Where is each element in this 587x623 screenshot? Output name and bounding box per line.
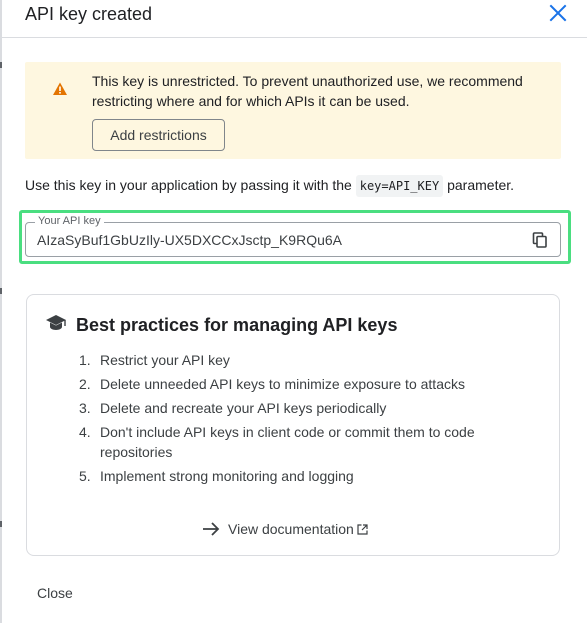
external-link-icon [357, 523, 368, 535]
list-item-text: Delete unneeded API keys to minimize exp… [100, 376, 465, 392]
view-documentation-link[interactable]: View documentation [202, 519, 368, 539]
list-item-text: Delete and recreate your API keys period… [100, 400, 387, 416]
unrestricted-warning-banner: This key is unrestricted. To prevent una… [25, 62, 561, 159]
list-item: 5. Implement strong monitoring and loggin… [79, 466, 539, 486]
view-documentation-label: View documentation [228, 521, 354, 537]
close-button[interactable]: Close [24, 581, 86, 605]
warning-message: This key is unrestricted. To prevent una… [92, 73, 523, 109]
list-item-number: 4. [79, 424, 91, 440]
list-item: 2. Delete unneeded API keys to minimize e… [79, 374, 539, 394]
best-practices-title: Best practices for managing API keys [76, 315, 398, 335]
api-key-label: Your API key [35, 215, 104, 228]
arrow-right-icon [203, 522, 220, 536]
list-item-number: 1. [79, 352, 91, 368]
api-key-field[interactable]: Your API key [25, 215, 561, 257]
api-key-dialog: API key created This key is unrestricted… [2, 0, 587, 623]
api-key-input[interactable] [37, 231, 517, 249]
list-item: 1. Restrict your API key [79, 350, 539, 370]
list-item-text: Restrict your API key [100, 352, 230, 368]
dialog-header: API key created [2, 0, 587, 38]
list-item: 4. Don't include API keys in client code … [79, 422, 539, 462]
list-item-number: 5. [79, 468, 91, 484]
best-practices-card: Best practices for managing API keys 1. R… [26, 294, 560, 556]
warning-icon [53, 82, 67, 95]
list-item-text: Don't include API keys in client code or… [100, 424, 475, 460]
list-item-text: Implement strong monitoring and logging [100, 468, 354, 484]
key-parameter-code: key=API_KEY [355, 175, 444, 197]
best-practices-list: 1. Restrict your API key 2. Delete unneede… [79, 350, 539, 490]
list-item-number: 2. [79, 376, 91, 392]
usage-prefix: Use this key in your application by pass… [25, 177, 352, 193]
graduation-cap-icon [46, 315, 66, 330]
close-icon[interactable] [547, 4, 569, 24]
list-item-number: 3. [79, 400, 91, 416]
dialog-title: API key created [25, 4, 153, 24]
usage-suffix: parameter. [447, 177, 515, 193]
copy-icon[interactable] [532, 232, 548, 248]
list-item: 3. Delete and recreate your API keys peri… [79, 398, 539, 418]
usage-instructions: Use this key in your application by pass… [25, 175, 514, 197]
add-restrictions-button[interactable]: Add restrictions [92, 119, 225, 151]
